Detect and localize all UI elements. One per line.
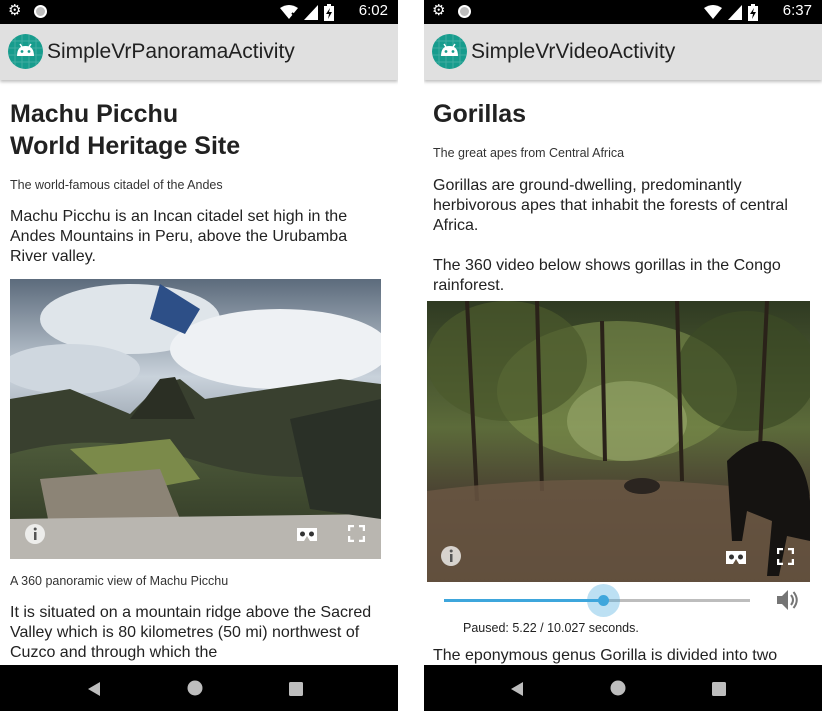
info-icon[interactable] <box>440 545 462 572</box>
gear-icon: ⚙ <box>432 1 446 19</box>
body-paragraph: It is situated on a mountain ridge above… <box>10 604 372 661</box>
scroll-content[interactable]: Gorillas The great apes from Central Afr… <box>424 82 822 665</box>
recents-icon[interactable] <box>712 681 726 700</box>
app-bar: SimpleVrPanoramaActivity <box>0 24 398 80</box>
app-bar: SimpleVrVideoActivity <box>424 24 822 80</box>
circle-notification-icon <box>34 5 47 18</box>
android-logo-icon <box>432 34 467 69</box>
android-logo-icon <box>8 34 43 69</box>
status-bar: ⚙ 6:37 <box>424 0 822 24</box>
cardboard-icon[interactable] <box>296 527 318 547</box>
status-time: 6:37 <box>782 2 812 19</box>
circle-notification-icon <box>458 5 471 18</box>
wifi-off-icon <box>280 4 298 19</box>
page-subtitle: The great apes from Central Africa <box>433 146 625 160</box>
panorama-activity-screen: ⚙ 6:02 SimpleVrPanoramaActivity Machu Pi… <box>0 0 398 711</box>
panorama-image <box>10 279 381 559</box>
info-icon[interactable] <box>24 523 46 550</box>
fullscreen-icon[interactable] <box>347 524 366 547</box>
back-icon[interactable] <box>88 681 101 700</box>
video-frame <box>427 301 810 582</box>
seek-bar-progress <box>444 599 604 602</box>
page-title-line1: Machu Picchu <box>10 100 179 128</box>
navigation-bar <box>424 665 822 711</box>
video-view[interactable] <box>427 301 810 582</box>
intro-paragraph: Machu Picchu is an Incan citadel set hig… <box>10 208 348 265</box>
battery-charging-icon <box>324 3 334 21</box>
home-icon[interactable] <box>187 680 203 700</box>
app-title: SimpleVrVideoActivity <box>471 40 676 63</box>
page-subtitle: The world-famous citadel of the Andes <box>10 178 223 192</box>
playback-status: Paused: 5.22 / 10.027 seconds. <box>463 621 639 635</box>
seek-bar-thumb[interactable] <box>597 595 609 606</box>
intro-paragraph: Gorillas are ground-dwelling, predominan… <box>433 177 788 294</box>
seek-bar[interactable] <box>444 584 750 617</box>
volume-icon[interactable] <box>776 589 800 616</box>
scroll-content[interactable]: Machu Picchu World Heritage Site The wor… <box>0 82 398 665</box>
status-bar: ⚙ 6:02 <box>0 0 398 24</box>
page-title-line2: World Heritage Site <box>10 132 241 160</box>
gear-icon: ⚙ <box>8 1 22 19</box>
fullscreen-icon[interactable] <box>776 547 795 570</box>
body-paragraph: The eponymous genus Gorilla is divided i… <box>433 647 778 664</box>
wifi-icon <box>704 4 722 19</box>
cardboard-icon[interactable] <box>725 550 747 570</box>
battery-charging-icon <box>748 3 758 21</box>
signal-icon <box>304 4 318 20</box>
page-title: Gorillas <box>433 100 527 128</box>
app-title: SimpleVrPanoramaActivity <box>47 40 295 63</box>
navigation-bar <box>0 665 398 711</box>
home-icon[interactable] <box>610 680 626 700</box>
back-icon[interactable] <box>511 681 524 700</box>
panorama-view[interactable] <box>10 279 381 559</box>
signal-icon <box>728 4 742 20</box>
recents-icon[interactable] <box>289 681 303 700</box>
status-time: 6:02 <box>358 2 388 19</box>
video-activity-screen: ⚙ 6:37 SimpleVrVideoActivity Gorillas Th… <box>424 0 822 711</box>
panorama-caption: A 360 panoramic view of Machu Picchu <box>10 574 229 588</box>
